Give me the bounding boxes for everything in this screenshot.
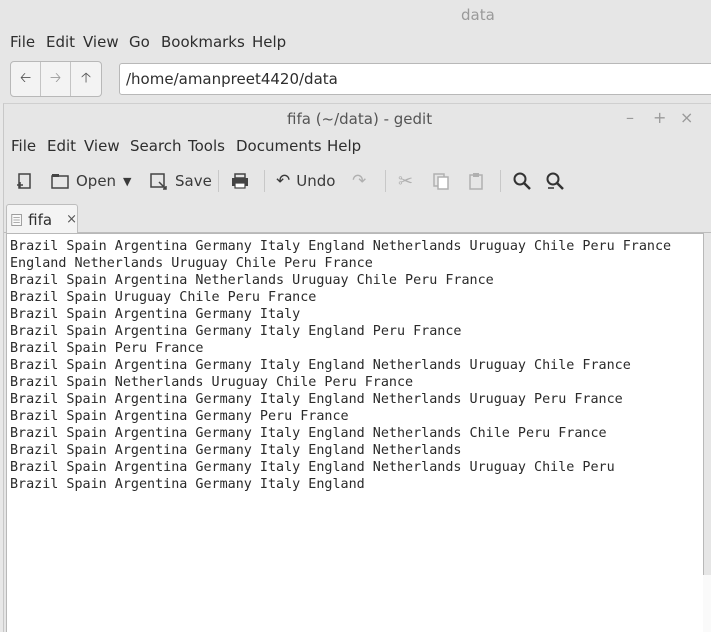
navigation-buttons: 🡠 🡢 🡡 [10, 61, 102, 97]
save-label: Save [175, 172, 212, 190]
close-window-button[interactable]: × [680, 108, 693, 127]
menu-view[interactable]: View [84, 137, 120, 155]
text-line: Brazil Spain Argentina Netherlands Urugu… [10, 273, 494, 288]
back-button[interactable]: 🡠 [11, 62, 41, 96]
forward-button[interactable]: 🡢 [41, 62, 71, 96]
file-manager-title: data [461, 6, 495, 24]
search-icon [513, 172, 531, 190]
text-line: Brazil Spain Argentina Germany Italy Eng… [10, 324, 462, 339]
up-button[interactable]: 🡡 [71, 62, 101, 96]
text-line: Brazil Spain Argentina Germany Italy [10, 307, 301, 322]
gedit-toolbar: Open ▼ Save ↶ Undo ↷ ✂ [4, 160, 711, 202]
open-button[interactable]: Open [50, 166, 116, 196]
menu-help[interactable]: Help [327, 137, 361, 155]
toolbar-separator [385, 170, 386, 192]
gedit-window: fifa (~/data) - gedit – + × File Edit Vi… [3, 103, 711, 632]
printer-icon [232, 173, 248, 189]
arrow-left-icon: 🡠 [19, 70, 32, 86]
clipboard-icon [469, 173, 483, 190]
arrow-right-icon: 🡢 [49, 70, 62, 86]
text-line: Brazil Spain Argentina Germany Italy Eng… [10, 477, 365, 492]
chevron-down-icon: ▼ [123, 174, 132, 188]
gedit-title: fifa (~/data) - gedit [287, 110, 433, 128]
fm-menu-help[interactable]: Help [252, 33, 286, 51]
text-document-icon [11, 213, 22, 226]
file-manager-toolbar: 🡠 🡢 🡡 /home/amanpreet4420/data [0, 56, 711, 104]
gedit-menubar: File Edit View Search Tools Documents He… [4, 134, 711, 160]
toolbar-separator [264, 170, 265, 192]
document-tabs: fifa × [4, 202, 711, 234]
tab-fifa[interactable]: fifa × [6, 204, 78, 234]
menu-file[interactable]: File [11, 137, 36, 155]
text-line: Brazil Spain Uruguay Chile Peru France [10, 290, 317, 305]
open-recent-dropdown[interactable]: ▼ [123, 166, 131, 196]
text-line: Brazil Spain Netherlands Uruguay Chile P… [10, 375, 414, 390]
file-manager-titlebar: data [0, 0, 711, 30]
redo-button[interactable]: ↷ [352, 166, 366, 196]
background-edge [703, 575, 711, 632]
cut-button[interactable]: ✂ [398, 166, 413, 196]
tab-label: fifa [28, 210, 53, 229]
find-replace-button[interactable] [545, 166, 567, 196]
text-line: Brazil Spain Peru France [10, 341, 204, 356]
paste-button[interactable] [467, 166, 485, 196]
fm-menu-bookmarks[interactable]: Bookmarks [161, 33, 245, 51]
fm-menu-edit[interactable]: Edit [46, 33, 75, 51]
undo-button[interactable]: ↶ Undo [276, 166, 335, 196]
close-tab-icon[interactable]: × [66, 212, 77, 227]
redo-icon: ↷ [352, 171, 367, 191]
location-path-field[interactable]: /home/amanpreet4420/data [119, 63, 711, 95]
text-line: England Netherlands Uruguay Chile Peru F… [10, 256, 373, 271]
scissors-icon: ✂ [398, 170, 414, 192]
toolbar-separator [500, 170, 501, 192]
find-button[interactable] [512, 166, 532, 196]
menu-search[interactable]: Search [130, 137, 182, 155]
save-button[interactable]: Save [149, 166, 212, 196]
file-manager-menubar: File Edit View Go Bookmarks Help [0, 30, 711, 56]
text-line: Brazil Spain Argentina Germany Italy Eng… [10, 239, 672, 254]
minimize-button[interactable]: – [626, 108, 634, 127]
undo-icon: ↶ [276, 171, 291, 191]
fm-menu-go[interactable]: Go [129, 33, 150, 51]
text-line: Brazil Spain Argentina Germany Italy Eng… [10, 426, 607, 441]
save-icon [150, 173, 167, 190]
open-label: Open [76, 172, 117, 190]
toolbar-separator [218, 170, 219, 192]
menu-documents[interactable]: Documents [236, 137, 322, 155]
arrow-up-icon: 🡡 [80, 70, 92, 86]
menu-tools[interactable]: Tools [188, 137, 225, 155]
fm-menu-view[interactable]: View [83, 33, 119, 51]
open-folder-icon [51, 174, 69, 189]
maximize-button[interactable]: + [653, 108, 666, 127]
copy-button[interactable] [432, 166, 450, 196]
gedit-titlebar: fifa (~/data) - gedit – + × [4, 104, 711, 134]
text-line: Brazil Spain Argentina Germany Italy Eng… [10, 460, 615, 475]
text-line: Brazil Spain Argentina Germany Italy Eng… [10, 443, 462, 458]
fm-menu-file[interactable]: File [10, 33, 35, 51]
new-document-icon [17, 173, 31, 189]
text-line: Brazil Spain Argentina Germany Italy Eng… [10, 392, 623, 407]
copy-icon [433, 173, 449, 190]
text-editor-area[interactable]: Brazil Spain Argentina Germany Italy Eng… [6, 233, 704, 632]
menu-edit[interactable]: Edit [47, 137, 76, 155]
text-line: Brazil Spain Argentina Germany Peru Fran… [10, 409, 349, 424]
print-button[interactable] [230, 166, 250, 196]
undo-label: Undo [296, 172, 336, 190]
new-document-button[interactable] [16, 166, 34, 196]
search-replace-icon [546, 172, 564, 190]
text-line: Brazil Spain Argentina Germany Italy Eng… [10, 358, 631, 373]
